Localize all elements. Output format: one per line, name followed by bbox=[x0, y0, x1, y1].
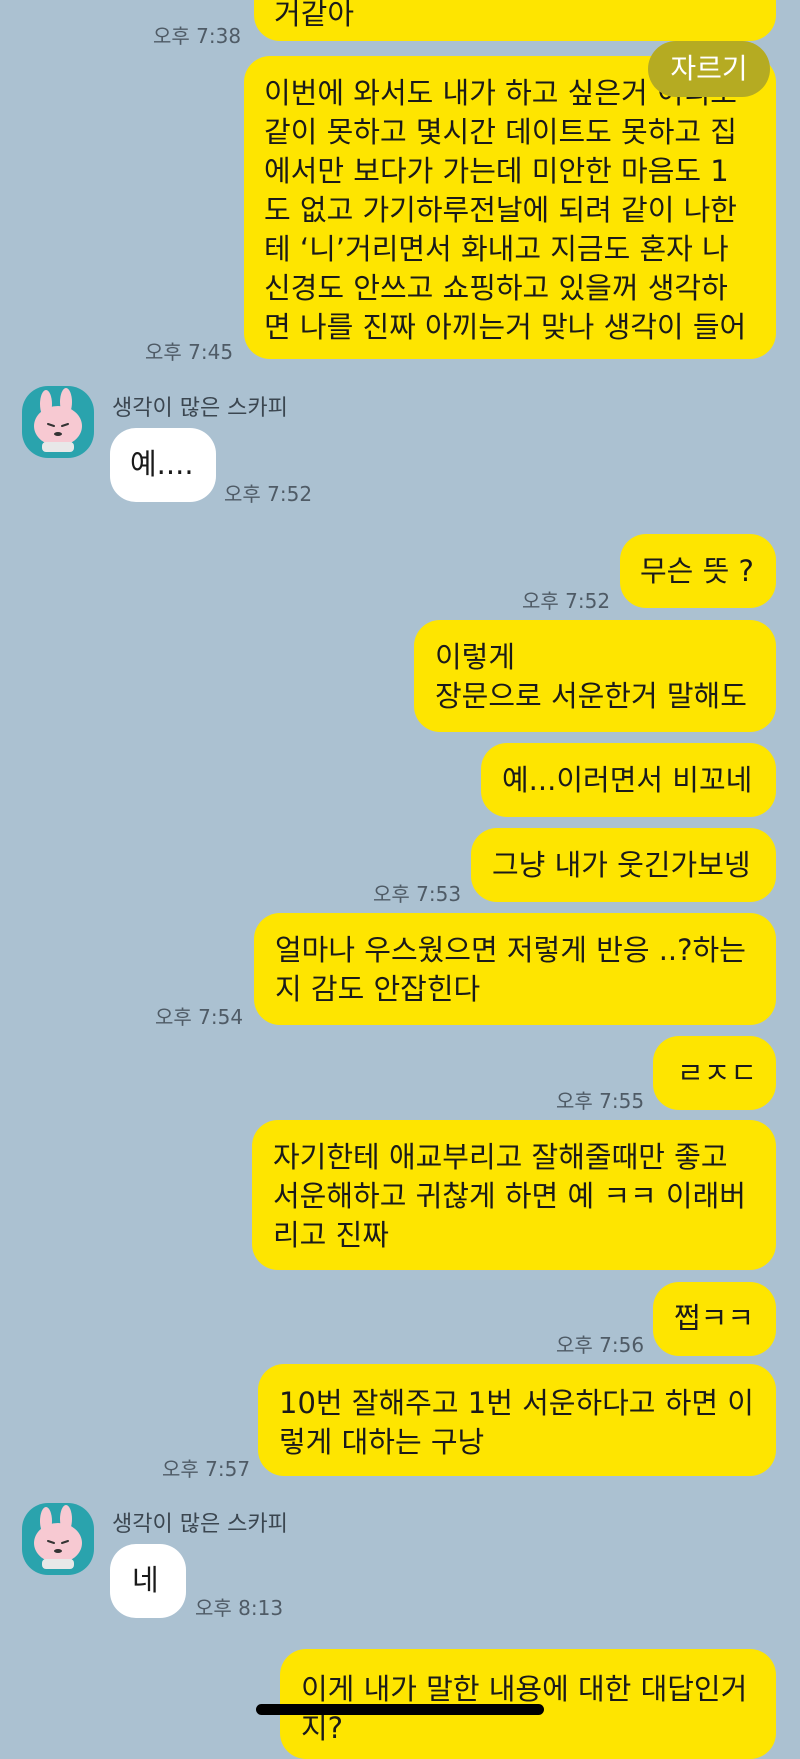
my-message-bubble[interactable]: 이번에 와서도 내가 하고 싶은거 이리도 같이 못하고 몇시간 데이트도 못하… bbox=[244, 56, 776, 359]
my-message-bubble[interactable]: 예...이러면서 비꼬네 bbox=[481, 743, 776, 817]
my-message-bubble[interactable]: ㄹㅈㄷ bbox=[653, 1036, 776, 1110]
sender-name: 생각이 많은 스카피 bbox=[112, 396, 288, 421]
scarpy-avatar-icon bbox=[34, 1505, 82, 1569]
message-time: 오후 7:38 bbox=[153, 24, 242, 48]
message-time: 오후 7:57 bbox=[162, 1457, 251, 1481]
my-message-bubble[interactable]: 무슨 뜻 ? bbox=[620, 534, 776, 608]
scarpy-avatar-icon bbox=[34, 388, 82, 452]
my-message-bubble[interactable]: 10번 잘해주고 1번 서운하다고 하면 이 렇게 대하는 구낭 bbox=[258, 1364, 776, 1476]
my-message-bubble[interactable]: 쩝ㅋㅋ bbox=[653, 1282, 776, 1356]
their-message-bubble[interactable]: 예.... bbox=[110, 428, 216, 502]
message-time: 오후 7:54 bbox=[155, 1005, 244, 1029]
message-time: 오후 8:13 bbox=[195, 1596, 284, 1620]
my-message-bubble[interactable]: 자기한테 애교부리고 잘해줄때만 좋고 서운해하고 귀찮게 하면 예 ㅋㅋ 이래… bbox=[252, 1120, 776, 1270]
my-message-bubble[interactable]: 얼마나 우스웠으면 저렇게 반응 ..?하는 지 감도 안잡힌다 bbox=[254, 913, 776, 1025]
avatar[interactable] bbox=[22, 386, 94, 458]
my-message-bubble[interactable]: 거같아 bbox=[254, 0, 776, 41]
message-time: 오후 7:55 bbox=[556, 1089, 645, 1113]
sender-name: 생각이 많은 스카피 bbox=[112, 1512, 288, 1537]
my-message-bubble[interactable]: 그냥 내가 웃긴가보넹 bbox=[471, 828, 776, 902]
message-time: 오후 7:56 bbox=[556, 1333, 645, 1357]
message-time: 오후 7:52 bbox=[224, 482, 313, 506]
home-indicator[interactable] bbox=[256, 1704, 544, 1715]
avatar[interactable] bbox=[22, 1503, 94, 1575]
message-time: 오후 7:45 bbox=[145, 340, 234, 364]
message-time: 오후 7:52 bbox=[522, 589, 611, 613]
my-message-bubble[interactable]: 이렇게 장문으로 서운한거 말해도 bbox=[414, 620, 776, 732]
cut-button[interactable]: 자르기 bbox=[648, 41, 770, 97]
their-message-bubble[interactable]: 네 bbox=[110, 1544, 186, 1618]
message-time: 오후 7:53 bbox=[373, 882, 462, 906]
